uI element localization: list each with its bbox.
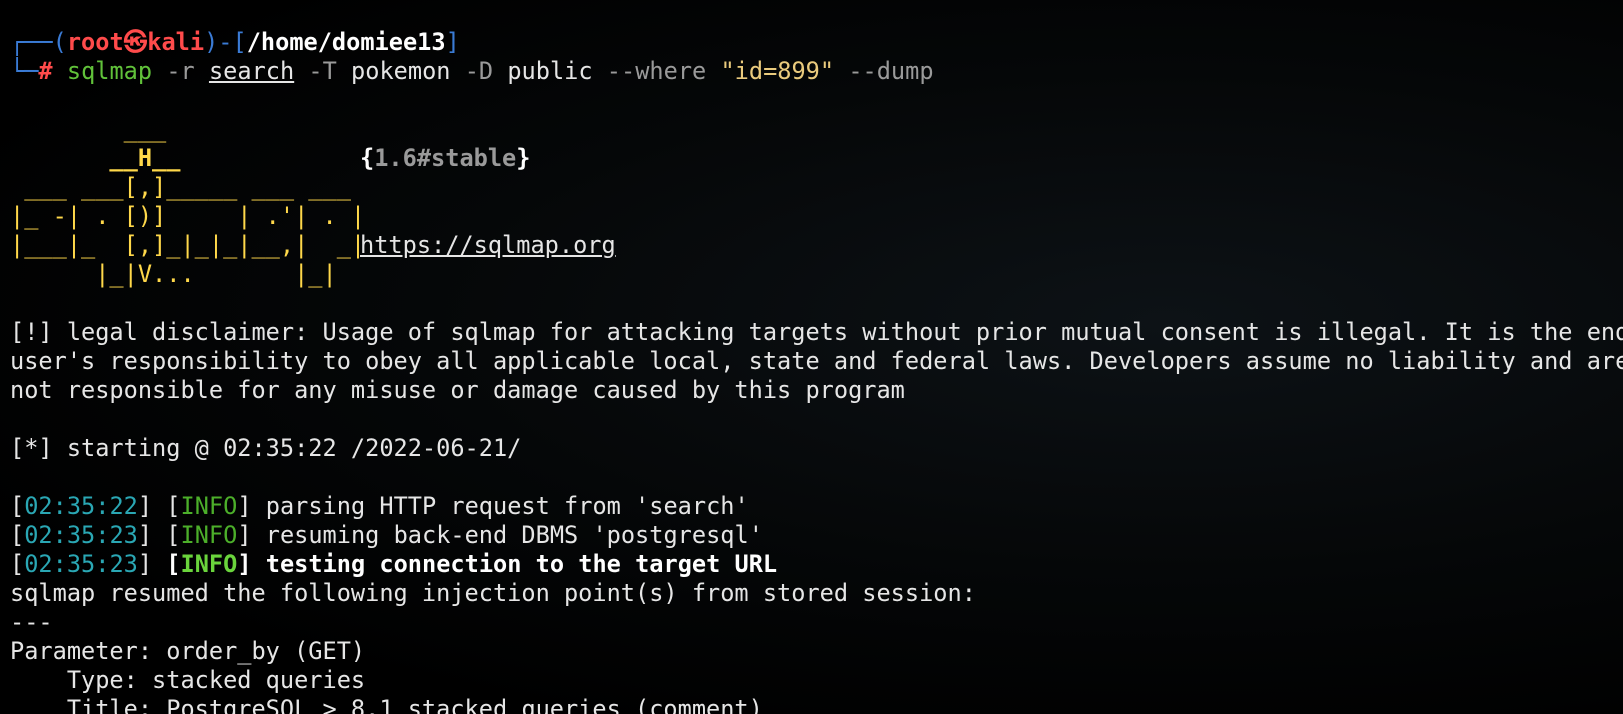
sqlmap-url-link[interactable]: https://sqlmap.org <box>360 231 616 260</box>
logo-line: |_ -| . [)] | .'| . | <box>10 202 360 230</box>
prompt-hash: # <box>38 57 53 85</box>
prompt-line: ┌──(root㉿kali)-[/home/domiee13] <box>10 28 1623 57</box>
disclaimer-line: not responsible for any misuse or damage… <box>10 376 905 404</box>
flag-where: --where <box>606 57 707 85</box>
flag-T: -T <box>308 57 337 85</box>
type-line: Type: stacked queries <box>10 666 366 694</box>
log-level: INFO <box>180 492 238 520</box>
logo-line: |_|V... |_| <box>10 260 337 288</box>
version-text: 1.6#stable <box>374 144 517 172</box>
arg-database: public <box>507 57 593 85</box>
disclaimer-line: [!] legal disclaimer: Usage of sqlmap fo… <box>10 318 1623 346</box>
command-line[interactable]: └─# sqlmap -r search -T pokemon -D publi… <box>10 57 1623 86</box>
log-time: 02:35:23 <box>24 521 138 549</box>
prompt-corner-bottom: └─ <box>10 57 39 85</box>
starting-line: [*] starting @ 02:35:22 /2022-06-21/ <box>10 434 522 462</box>
arg-table: pokemon <box>351 57 451 85</box>
sqlmap-banner: ___ __H__ ___ ___[,]_____ ___ ___ |_ -| … <box>10 115 1623 289</box>
logo-line: ___ <box>10 115 167 143</box>
prompt-user: root <box>66 28 124 56</box>
logo-line: __H__ <box>10 144 181 172</box>
arg-request-file: search <box>208 57 295 85</box>
log-line: [02:35:23] [INFO] resuming back-end DBMS… <box>10 521 763 549</box>
log-message: parsing HTTP request from 'search' <box>265 492 749 520</box>
version-close: } <box>516 144 531 172</box>
resumed-line: sqlmap resumed the following injection p… <box>10 579 976 607</box>
terminal-output: ┌──(root㉿kali)-[/home/domiee13] └─# sqlm… <box>10 28 1623 714</box>
log-time: 02:35:23 <box>24 550 138 578</box>
terminal-window[interactable]: ┌──(root㉿kali)-[/home/domiee13] └─# sqlm… <box>0 0 1623 714</box>
log-level: INFO <box>180 521 238 549</box>
prompt-close: ] <box>445 28 460 56</box>
prompt-sep: )-[ <box>204 28 247 56</box>
logo-line: |___|_ [,]_|_|_|__,| _| <box>10 231 360 259</box>
banner-info: {1.6#stable} https://sqlmap.org <box>360 115 616 260</box>
prompt-cwd: /home/domiee13 <box>246 28 446 56</box>
disclaimer-line: user's responsibility to obey all applic… <box>10 347 1623 375</box>
parameter-line: Parameter: order_by (GET) <box>10 637 366 665</box>
version-line: {1.6#stable} <box>360 144 616 173</box>
arg-where: "id=899" <box>720 57 835 85</box>
log-level: INFO <box>180 550 238 578</box>
separator-line: --- <box>10 608 53 636</box>
flag-D: -D <box>464 57 494 85</box>
prompt-host: kali <box>147 28 205 56</box>
log-line: [02:35:22] [INFO] parsing HTTP request f… <box>10 492 749 520</box>
log-message: resuming back-end DBMS 'postgresql' <box>265 521 763 549</box>
skull-icon: ㉿ <box>123 28 148 56</box>
flag-r: -r <box>166 57 195 85</box>
log-line: [02:35:23] [INFO] testing connection to … <box>10 550 778 578</box>
command-program: sqlmap <box>66 57 153 85</box>
flag-dump: --dump <box>848 57 934 85</box>
version-open: { <box>360 144 375 172</box>
log-time: 02:35:22 <box>24 492 138 520</box>
logo-line: ___ ___[,]_____ ___ ___ <box>10 173 351 201</box>
title-line: Title: PostgreSQL > 8.1 stacked queries … <box>10 695 763 714</box>
log-message: testing connection to the target URL <box>265 550 778 578</box>
prompt-corner: ┌──( <box>10 28 67 56</box>
sqlmap-logo: ___ __H__ ___ ___[,]_____ ___ ___ |_ -| … <box>10 115 360 289</box>
